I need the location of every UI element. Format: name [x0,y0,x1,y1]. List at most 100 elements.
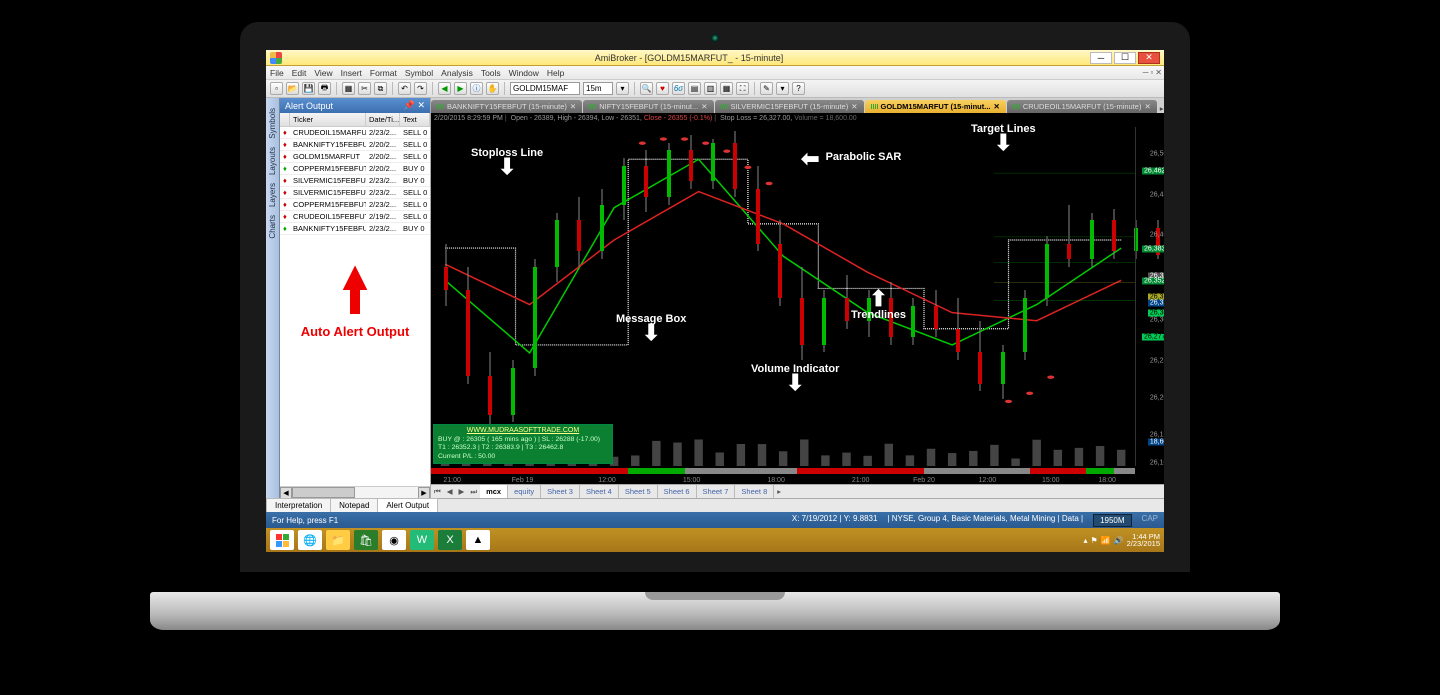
copy-icon[interactable]: ⧉ [374,82,387,95]
menu-edit[interactable]: Edit [292,68,307,78]
taskbar-ie-icon[interactable]: 🌐 [298,530,322,550]
fullscreen-icon[interactable]: ⛶ [736,82,749,95]
tray-net-icon[interactable]: 📶 [1101,536,1111,545]
alert-row[interactable]: ♦ CRUDEOIL15MARFUT 2/23/2... SELL 0 [280,127,430,139]
tab-next-icon[interactable]: ▸ [1158,104,1164,113]
maximize-button[interactable]: ☐ [1114,52,1136,64]
sheet-tab[interactable]: Sheet 5 [619,485,658,498]
panel-close-icon[interactable]: ✕ [417,100,425,110]
sheet-tab[interactable]: Sheet 6 [658,485,697,498]
alert-hscroll[interactable]: ◀ ▶ [280,486,430,498]
alert-row[interactable]: ♦ BANKNIFTY15FEBFUT 2/20/2... SELL 0 [280,139,430,151]
tray-up-icon[interactable]: ▴ [1084,536,1088,545]
sheet-tab[interactable]: equity [508,485,541,498]
col-date[interactable]: Date/Ti... [366,113,400,126]
scroll-thumb[interactable] [292,487,355,498]
col-ticker[interactable]: Ticker [290,113,366,126]
sheet-prev-icon[interactable]: ◀ [444,487,456,496]
scroll-right-icon[interactable]: ▶ [418,487,430,499]
menu-file[interactable]: File [270,68,284,78]
sheet-tab[interactable]: mcx [480,485,508,498]
print-icon[interactable]: 🖶 [318,82,331,95]
taskbar-excel-icon[interactable]: X [438,530,462,550]
alert-row[interactable]: ♦ GOLDM15MARFUT 2/20/2... SELL 0 [280,151,430,163]
chart-canvas[interactable]: 2/20/2015 8:29:59 PM| Open - 26389, High… [431,113,1164,484]
cut-icon[interactable]: ✂ [358,82,371,95]
menu-insert[interactable]: Insert [341,68,362,78]
sheet-tab[interactable]: Sheet 8 [735,485,774,498]
start-button[interactable] [270,530,294,550]
database-icon[interactable]: ▦ [342,82,355,95]
pin-icon[interactable]: 📌 [404,100,415,110]
new-icon[interactable]: ▫ [270,82,283,95]
pencil-icon[interactable]: ✎ [760,82,773,95]
chart-tab[interactable]: NIFTY15FEBFUT (15-minut... ✕ [583,100,713,113]
taskbar-folder-icon[interactable]: 📁 [326,530,350,550]
tab-notepad[interactable]: Notepad [330,498,378,512]
tab-close-icon[interactable]: ✕ [570,102,576,111]
afl-icon[interactable]: ▤ [688,82,701,95]
zoom-icon[interactable]: 🔍 [640,82,653,95]
mdi-close[interactable]: ✕ [1155,68,1162,77]
sheet-tab[interactable]: Sheet 3 [541,485,580,498]
tray-clock[interactable]: 1:44 PM2/23/2015 [1127,533,1160,548]
sheet-add-icon[interactable]: ▸ [774,487,784,496]
menu-symbol[interactable]: Symbol [405,68,433,78]
sidetab-layouts[interactable]: Layouts [266,143,279,179]
hand-icon[interactable]: ✋ [486,82,499,95]
taskbar-word-icon[interactable]: W [410,530,434,550]
sheet-next-icon[interactable]: ▶ [456,487,468,496]
sidetab-layers[interactable]: Layers [266,179,279,211]
fwd-icon[interactable]: ▶ [454,82,467,95]
chart-tab[interactable]: BANKNIFTY15FEBFUT (15-minute) ✕ [431,100,582,113]
text-icon[interactable]: 6σ [672,82,685,95]
redo-icon[interactable]: ↷ [414,82,427,95]
mdi-min[interactable]: ─ [1143,68,1149,77]
alert-row[interactable]: ♦ SILVERMIC15FEBFUT 2/23/2... SELL 0 [280,187,430,199]
alert-row[interactable]: ♦ SILVERMIC15FEBFUT 2/23/2... BUY 0 [280,175,430,187]
tray-vol-icon[interactable]: 🔊 [1114,536,1124,545]
tab-close-icon[interactable]: ✕ [701,102,707,111]
analysis-icon[interactable]: ▥ [704,82,717,95]
alert-row[interactable]: ♦ COPPERM15FEBFUT 2/20/2... BUY 0 [280,163,430,175]
dropdown-icon[interactable]: ▾ [616,82,629,95]
symbol-input[interactable] [510,82,580,95]
menu-view[interactable]: View [314,68,332,78]
menu-format[interactable]: Format [370,68,397,78]
help-icon[interactable]: ? [792,82,805,95]
col-text[interactable]: Text [400,113,430,126]
menu-analysis[interactable]: Analysis [441,68,473,78]
chart-tab[interactable]: GOLDM15MARFUT (15-minut... ✕ [865,100,1006,113]
undo-icon[interactable]: ↶ [398,82,411,95]
tab-interpretation[interactable]: Interpretation [266,498,331,512]
back-icon[interactable]: ◀ [438,82,451,95]
layers-icon[interactable]: ▦ [720,82,733,95]
menu-help[interactable]: Help [547,68,564,78]
sheet-tab[interactable]: Sheet 7 [697,485,736,498]
info-icon[interactable]: ⓘ [470,82,483,95]
alert-row[interactable]: ♦ CRUDEOIL15FEBFUT 2/19/2... SELL 0 [280,211,430,223]
chart-tab[interactable]: SILVERMIC15FEBFUT (15-minute) ✕ [715,100,864,113]
sidetab-symbols[interactable]: Symbols [266,104,279,143]
sheet-first-icon[interactable]: ⏮ [431,487,444,497]
minimize-button[interactable]: ─ [1090,52,1112,64]
alert-row[interactable]: ♦ COPPERM15FEBFUT 2/23/2... SELL 0 [280,199,430,211]
tab-close-icon[interactable]: ✕ [851,102,857,111]
tab-alert-output[interactable]: Alert Output [377,498,438,512]
menu-window[interactable]: Window [509,68,539,78]
save-icon[interactable]: 💾 [302,82,315,95]
sidetab-charts[interactable]: Charts [266,211,279,243]
chart-tab[interactable]: CRUDEOIL15MARFUT (15-minute) ✕ [1007,100,1157,113]
alert-row[interactable]: ♦ BANKNIFTY15FEBFUT 2/23/2... BUY 0 [280,223,430,235]
tray-flag-icon[interactable]: ⚑ [1091,536,1098,545]
color-icon[interactable]: ▾ [776,82,789,95]
open-icon[interactable]: 📂 [286,82,299,95]
mdi-restore[interactable]: ▫ [1150,68,1153,77]
chart-icon[interactable]: ♥ [656,82,669,95]
taskbar-store-icon[interactable]: 🛍 [354,530,378,550]
menu-tools[interactable]: Tools [481,68,501,78]
sheet-tab[interactable]: Sheet 4 [580,485,619,498]
interval-input[interactable] [583,82,613,95]
tab-close-icon[interactable]: ✕ [994,102,1000,111]
taskbar-chrome-icon[interactable]: ◉ [382,530,406,550]
